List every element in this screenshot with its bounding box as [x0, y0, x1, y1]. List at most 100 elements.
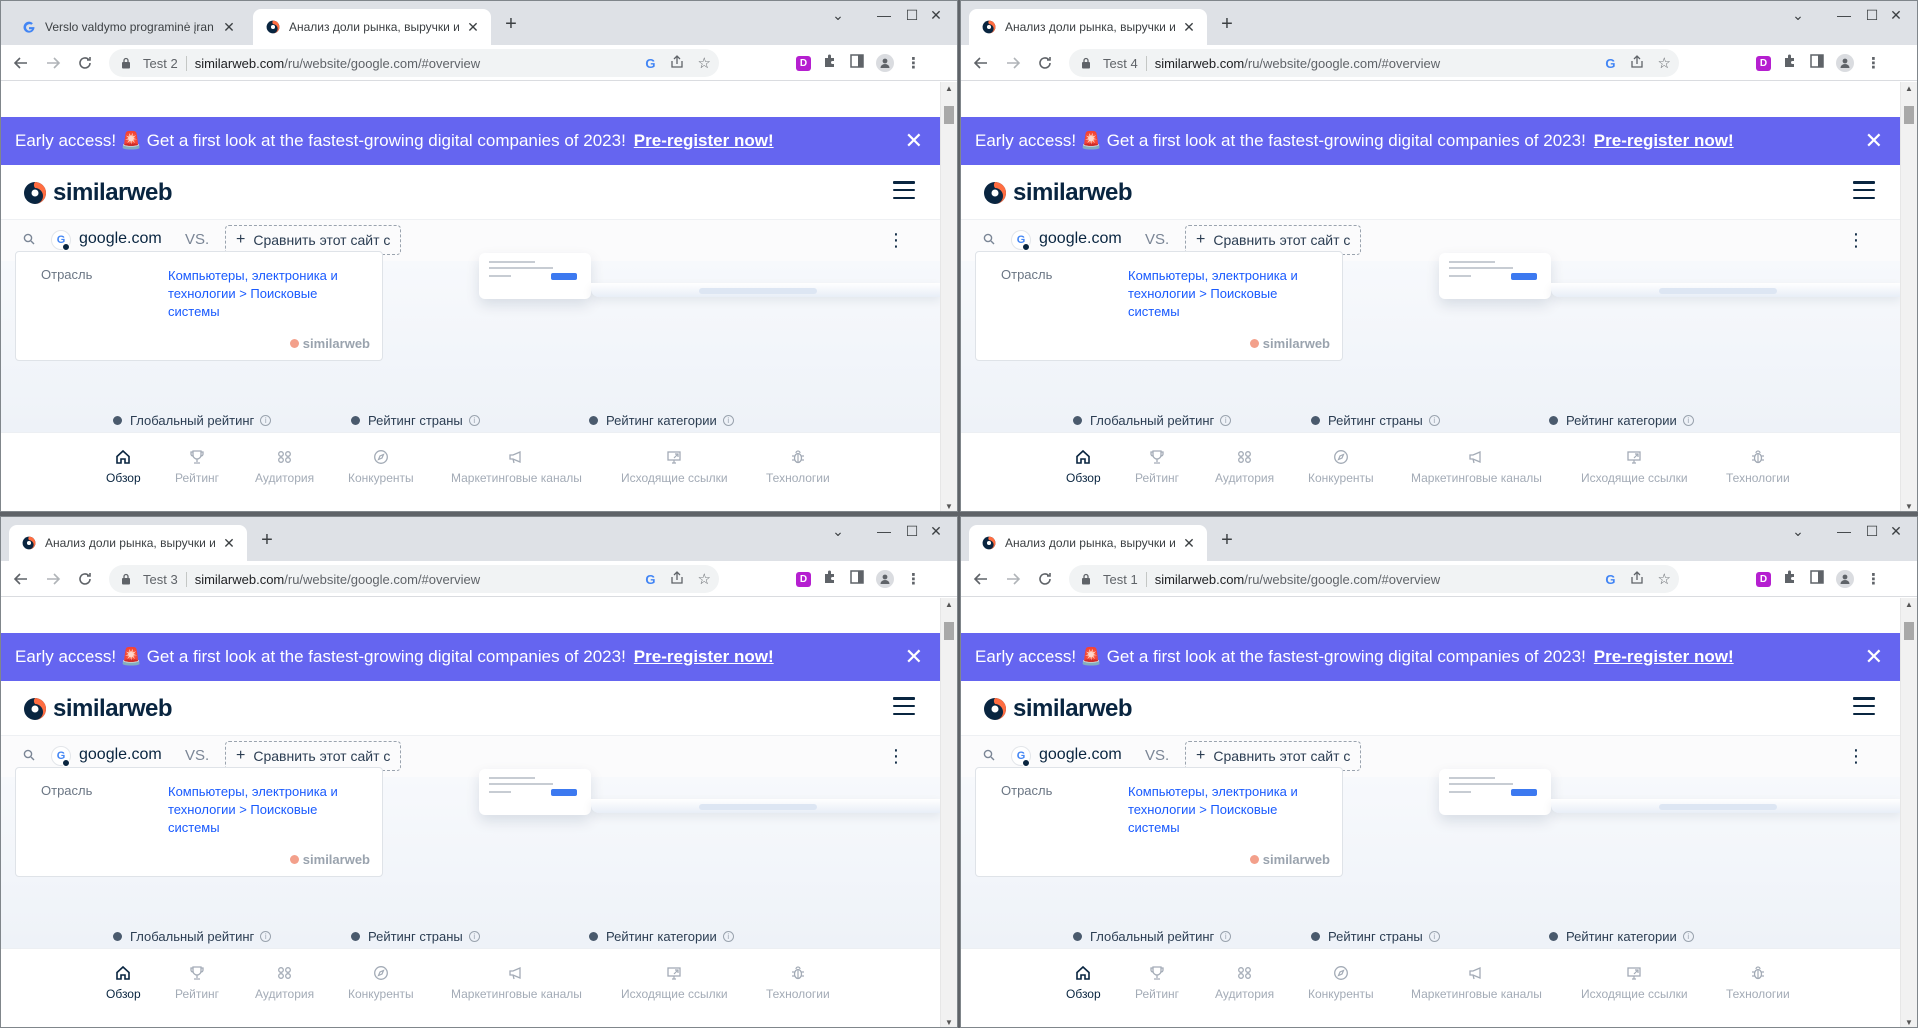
scroll-up-icon[interactable]: ▲ [945, 84, 953, 93]
share-icon[interactable] [1630, 54, 1644, 72]
info-icon[interactable]: i [468, 931, 480, 942]
nav-outgoing-links[interactable]: Исходящие ссылки [1581, 447, 1688, 485]
info-icon[interactable]: i [1220, 415, 1232, 426]
back-arrow-icon[interactable] [967, 49, 995, 77]
info-icon[interactable]: i [1428, 931, 1440, 942]
scroll-down-icon[interactable]: ▼ [1905, 502, 1913, 511]
info-icon[interactable]: i [722, 931, 734, 942]
extension-d-icon[interactable]: D [796, 571, 811, 587]
share-icon[interactable] [670, 54, 684, 72]
nav-audience[interactable]: Аудитория [255, 963, 314, 1001]
browser-tab[interactable]: Анализ доли рынка, выручки и ✕ [253, 9, 491, 45]
pre-register-link[interactable]: Pre-register now! [634, 131, 774, 151]
banner-close-icon[interactable]: ✕ [905, 645, 923, 669]
scroll-down-icon[interactable]: ▼ [945, 502, 953, 511]
nav-technologies[interactable]: Технологии [766, 447, 830, 485]
back-arrow-icon[interactable] [967, 565, 995, 593]
site-name[interactable]: google.com [79, 230, 162, 248]
side-panel-icon[interactable] [1810, 569, 1824, 589]
info-icon[interactable]: i [260, 415, 272, 426]
close-window-button[interactable]: ✕ [1873, 517, 1917, 545]
forward-arrow-icon[interactable] [39, 49, 67, 77]
banner-close-icon[interactable]: ✕ [1865, 129, 1883, 153]
bookmark-star-icon[interactable]: ☆ [1658, 570, 1671, 588]
more-options-icon[interactable]: ⋮ [887, 746, 905, 766]
nav-overview[interactable]: Обзор [106, 447, 141, 485]
google-lens-icon[interactable]: G [645, 572, 655, 587]
similarweb-logo[interactable]: similarweb [983, 695, 1133, 723]
info-icon[interactable]: i [260, 931, 272, 942]
share-icon[interactable] [670, 570, 684, 588]
profile-avatar-icon[interactable] [876, 570, 894, 588]
scroll-down-icon[interactable]: ▼ [1905, 1018, 1913, 1027]
reload-icon[interactable] [1031, 565, 1059, 593]
nav-competitors[interactable]: Конкуренты [348, 963, 414, 1001]
nav-rating[interactable]: Рейтинг [1135, 963, 1179, 1001]
address-bar[interactable]: Test 3 similarweb.com/ru/website/google.… [109, 565, 719, 593]
tab-close-icon[interactable]: ✕ [1181, 535, 1197, 551]
profile-avatar-icon[interactable] [876, 54, 894, 72]
search-icon[interactable] [983, 233, 995, 248]
search-icon[interactable] [983, 749, 995, 764]
profile-chip[interactable]: Test 3 [143, 571, 187, 587]
profile-chip[interactable]: Test 2 [143, 55, 187, 71]
new-tab-button[interactable]: + [499, 13, 523, 37]
site-name[interactable]: google.com [79, 746, 162, 764]
address-bar[interactable]: Test 4 similarweb.com/ru/website/google.… [1069, 49, 1679, 77]
tab-close-icon[interactable]: ✕ [1181, 19, 1197, 35]
close-window-button[interactable]: ✕ [913, 1, 957, 29]
industry-link[interactable]: Компьютеры, электроника и технологии > П… [168, 267, 368, 321]
chrome-menu-icon[interactable]: ⋮ [906, 570, 921, 588]
new-tab-button[interactable]: + [1215, 529, 1239, 553]
browser-tab[interactable]: Анализ доли рынка, выручки и ✕ [969, 9, 1207, 45]
profile-avatar-icon[interactable] [1836, 570, 1854, 588]
puzzle-extensions-icon[interactable] [1783, 53, 1798, 73]
nav-marketing-channels[interactable]: Маркетинговые каналы [1411, 963, 1542, 1001]
nav-technologies[interactable]: Технологии [1726, 447, 1790, 485]
scroll-down-icon[interactable]: ▼ [945, 1018, 953, 1027]
extension-d-icon[interactable]: D [796, 55, 811, 71]
reload-icon[interactable] [1031, 49, 1059, 77]
info-icon[interactable]: i [1428, 415, 1440, 426]
bookmark-star-icon[interactable]: ☆ [698, 570, 711, 588]
nav-outgoing-links[interactable]: Исходящие ссылки [621, 447, 728, 485]
nav-marketing-channels[interactable]: Маркетинговые каналы [451, 963, 582, 1001]
nav-technologies[interactable]: Технологии [1726, 963, 1790, 1001]
pre-register-link[interactable]: Pre-register now! [634, 647, 774, 667]
nav-competitors[interactable]: Конкуренты [1308, 963, 1374, 1001]
address-bar[interactable]: Test 2 similarweb.com/ru/website/google.… [109, 49, 719, 77]
address-bar[interactable]: Test 1 similarweb.com/ru/website/google.… [1069, 565, 1679, 593]
browser-tab[interactable]: Анализ доли рынка, выручки и ✕ [969, 525, 1207, 561]
puzzle-extensions-icon[interactable] [823, 53, 838, 73]
extension-d-icon[interactable]: D [1756, 571, 1771, 587]
chrome-menu-icon[interactable]: ⋮ [1866, 54, 1881, 72]
browser-tab[interactable]: Анализ доли рынка, выручки и ✕ [9, 525, 247, 561]
nav-rating[interactable]: Рейтинг [175, 447, 219, 485]
scrollbar-thumb[interactable] [944, 106, 954, 124]
nav-audience[interactable]: Аудитория [1215, 447, 1274, 485]
pre-register-link[interactable]: Pre-register now! [1594, 647, 1734, 667]
tab-search-icon[interactable]: ⌄ [1775, 1, 1821, 29]
new-tab-button[interactable]: + [1215, 13, 1239, 37]
google-lens-icon[interactable]: G [1605, 56, 1615, 71]
profile-chip[interactable]: Test 1 [1103, 571, 1147, 587]
hamburger-menu-icon[interactable] [893, 697, 915, 715]
puzzle-extensions-icon[interactable] [1783, 569, 1798, 589]
page-scrollbar[interactable]: ▲ ▼ [1900, 598, 1917, 1027]
similarweb-logo[interactable]: similarweb [23, 695, 173, 723]
similarweb-logo[interactable]: similarweb [23, 179, 173, 207]
nav-audience[interactable]: Аудитория [1215, 963, 1274, 1001]
info-icon[interactable]: i [722, 415, 734, 426]
side-panel-icon[interactable] [1810, 53, 1824, 73]
nav-overview[interactable]: Обзор [106, 963, 141, 1001]
scrollbar-thumb[interactable] [1904, 106, 1914, 124]
extension-d-icon[interactable]: D [1756, 55, 1771, 71]
bookmark-star-icon[interactable]: ☆ [698, 54, 711, 72]
puzzle-extensions-icon[interactable] [823, 569, 838, 589]
scroll-up-icon[interactable]: ▲ [1905, 84, 1913, 93]
forward-arrow-icon[interactable] [999, 49, 1027, 77]
forward-arrow-icon[interactable] [999, 565, 1027, 593]
banner-close-icon[interactable]: ✕ [905, 129, 923, 153]
info-icon[interactable]: i [1682, 415, 1694, 426]
scroll-up-icon[interactable]: ▲ [1905, 600, 1913, 609]
